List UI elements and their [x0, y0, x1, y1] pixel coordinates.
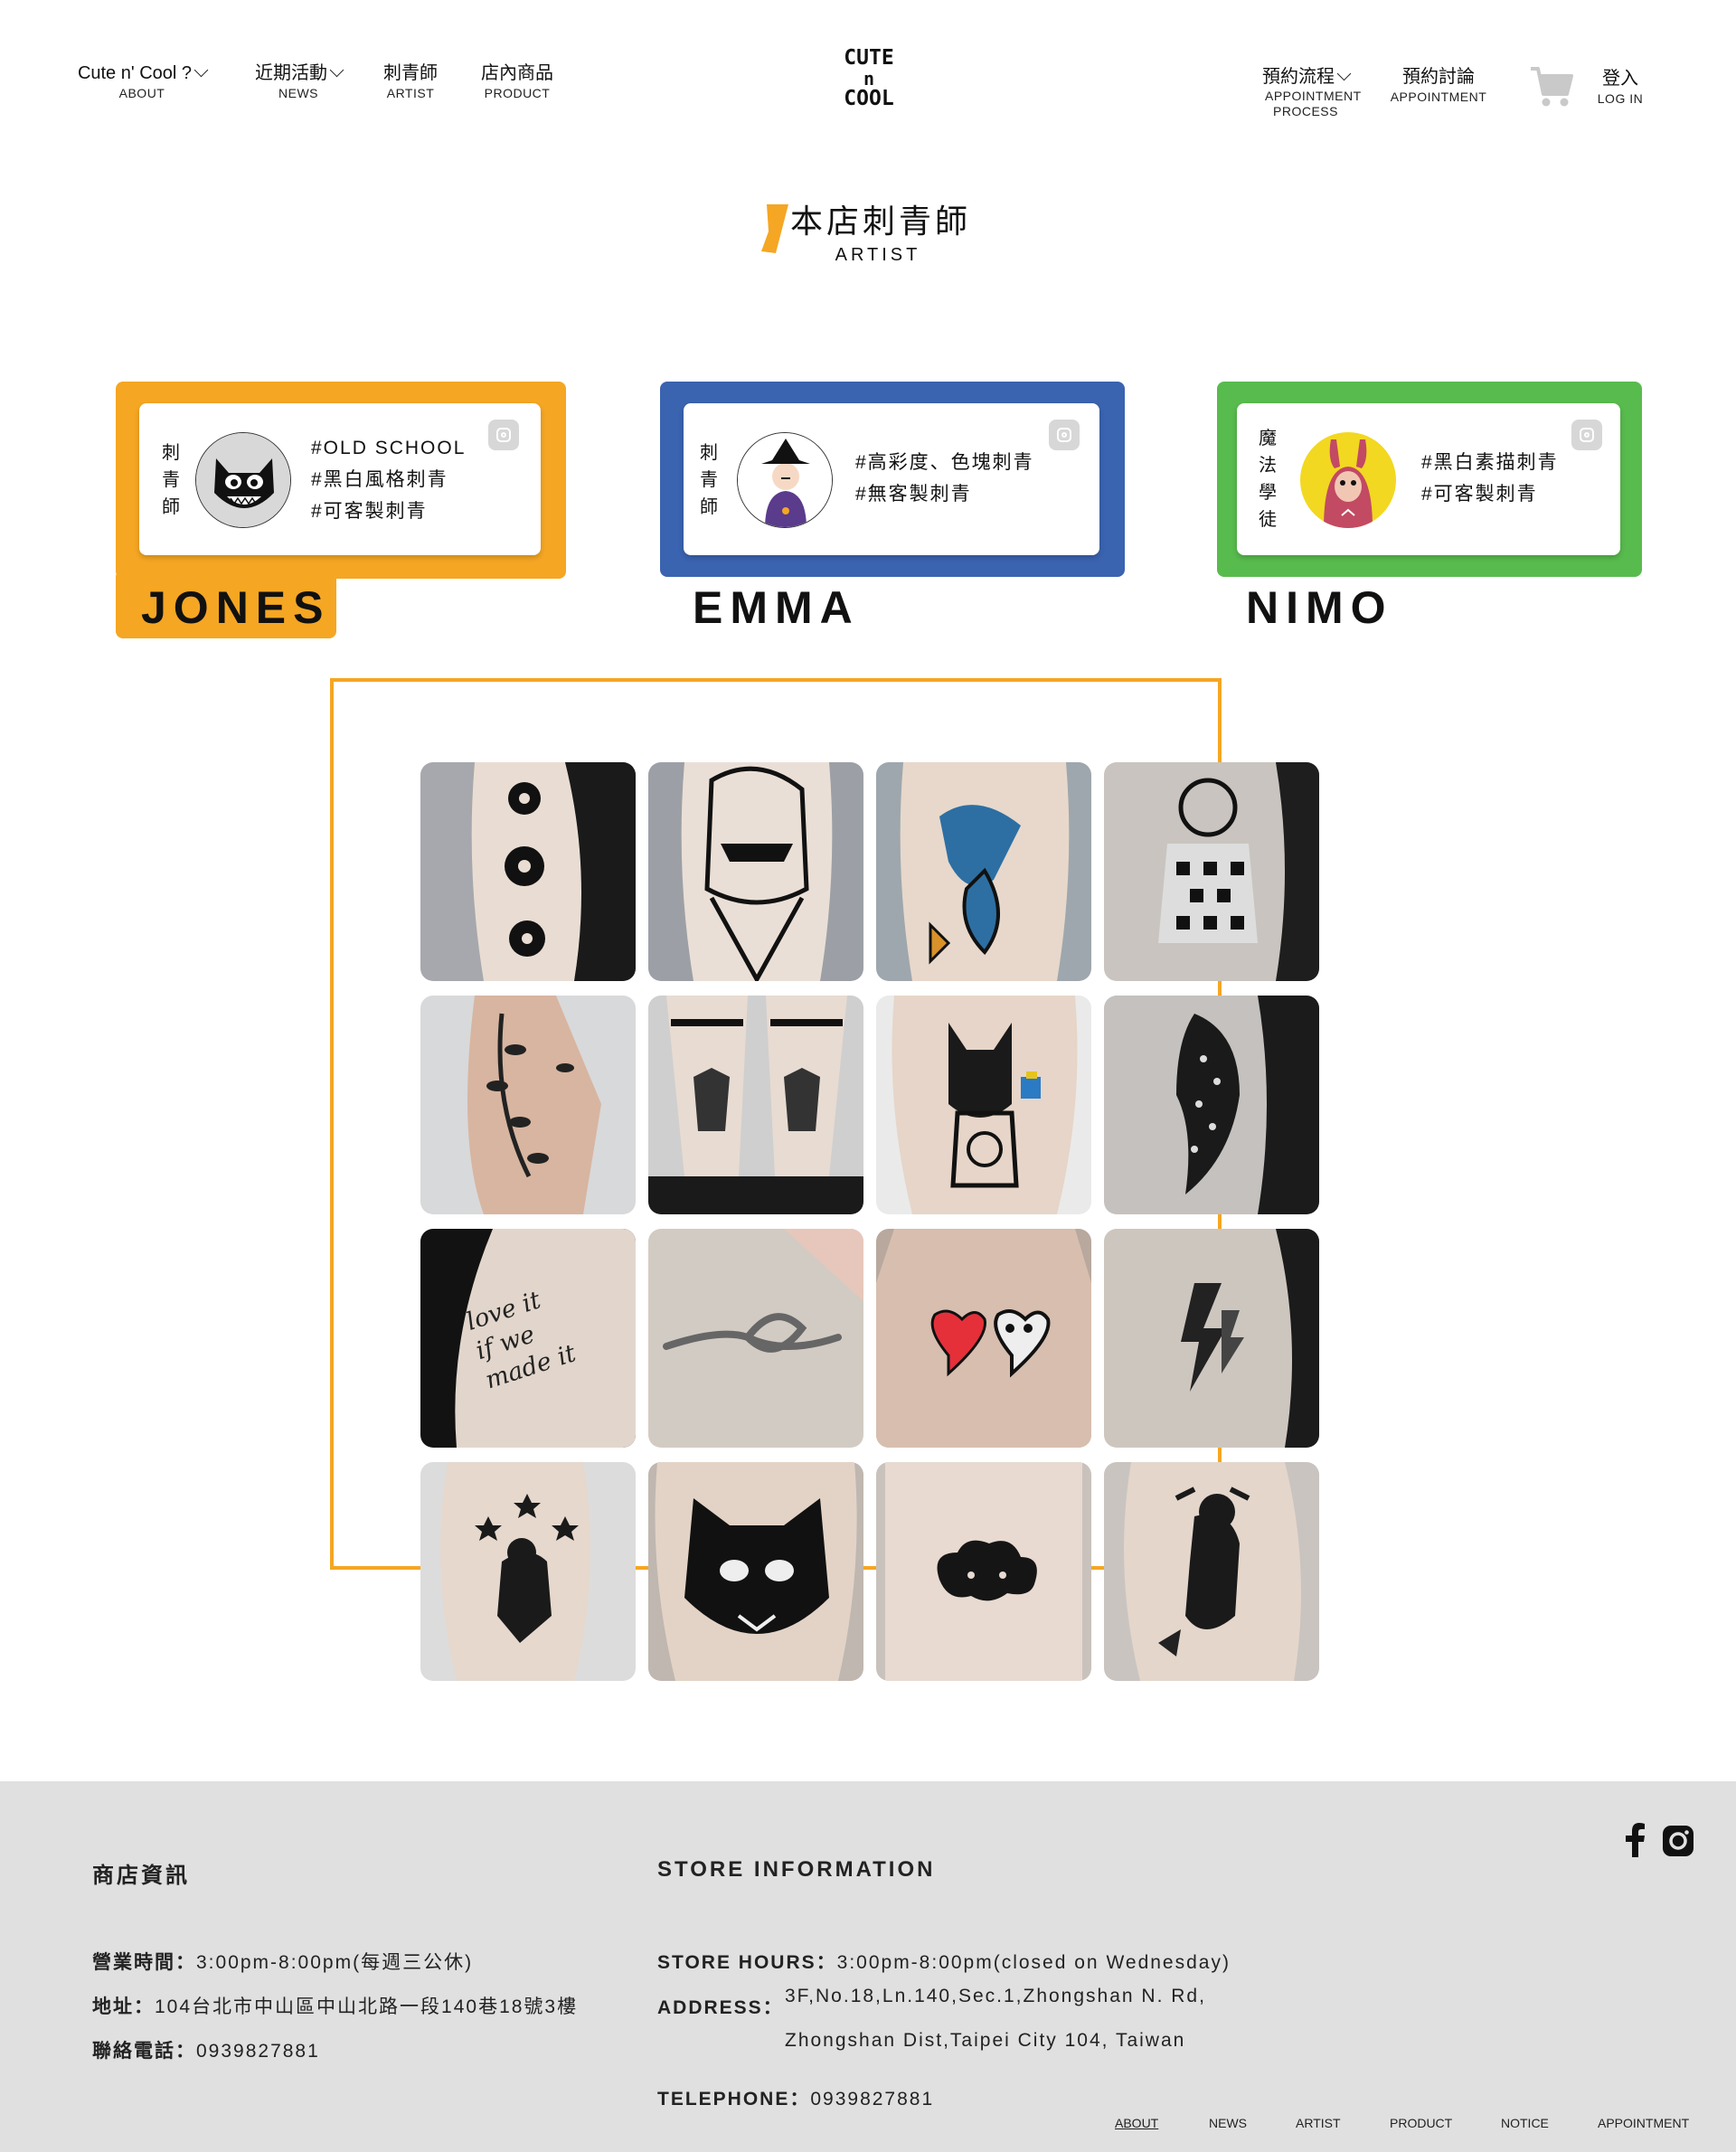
gallery-item[interactable]: [1104, 1229, 1319, 1448]
footer-link-about[interactable]: ABOUT: [1115, 2116, 1158, 2130]
avatar: [737, 432, 833, 528]
instagram-icon[interactable]: [1662, 1825, 1694, 1857]
instagram-icon[interactable]: [488, 420, 519, 450]
avatar: [195, 432, 291, 528]
gallery-item[interactable]: [648, 762, 863, 981]
artist-name: JONES: [141, 582, 331, 633]
gallery-item[interactable]: [420, 762, 636, 981]
nav-appointment-label: 預約討論: [1402, 67, 1475, 87]
artist-tags: #黑白素描刺青 #可客製刺青: [1421, 452, 1559, 505]
footer-heading-zh: 商店資訊: [92, 1864, 190, 1888]
footer-hours-en: STORE HOURS：3:00pm-8:00pm(closed on Wedn…: [657, 1952, 1231, 1973]
nav-appointment-process[interactable]: 預約流程 APPOINTMENT PROCESS: [1251, 65, 1362, 119]
nav-artist[interactable]: 刺青師 ARTIST: [376, 61, 445, 101]
chevron-down-icon: [329, 62, 344, 78]
footer-hours-zh: 營業時間：3:00pm-8:00pm(每週三公休): [92, 1952, 474, 1973]
gallery-item[interactable]: [876, 1462, 1091, 1681]
footer-address-zh: 地址：104台北市中山區中山北路一段140巷18號3樓: [92, 1996, 579, 2017]
login-label: 登入: [1602, 69, 1638, 89]
footer-address-en-line2: Zhongshan Dist,Taipei City 104, Taiwan: [785, 2030, 1186, 2051]
facebook-icon[interactable]: [1624, 1823, 1646, 1857]
gallery-item[interactable]: [1104, 762, 1319, 981]
nav-about[interactable]: Cute n' Cool ? ABOUT: [74, 61, 210, 101]
nav-about-sub: ABOUT: [118, 86, 165, 100]
nav-artist-sub: ARTIST: [386, 86, 435, 100]
footer-link-news[interactable]: NEWS: [1209, 2116, 1247, 2130]
nav-artist-label: 刺青師: [383, 63, 438, 83]
artist-tags: #高彩度、色塊刺青 #無客製刺青: [855, 452, 1034, 505]
footer-address-en-line1: 3F,No.18,Ln.140,Sec.1,Zhongshan N. Rd,: [785, 1986, 1206, 2006]
gallery-item[interactable]: [648, 1229, 863, 1448]
gallery-item[interactable]: [420, 996, 636, 1214]
footer-phone-zh: 聯絡電話：0939827881: [92, 2041, 320, 2062]
logo-line-1: CUTE: [844, 46, 894, 70]
footer-address-en-label: ADDRESS：: [657, 1997, 784, 2018]
logo-line-3: COOL: [844, 87, 894, 110]
gallery-item[interactable]: [1104, 1462, 1319, 1681]
gallery-item[interactable]: [876, 996, 1091, 1214]
nav-about-label: Cute n' Cool ?: [77, 63, 193, 83]
footer-heading-en: STORE INFORMATION: [657, 1857, 936, 1882]
nav-process-sub: APPOINTMENT PROCESS: [1265, 89, 1362, 118]
footer-link-artist[interactable]: ARTIST: [1296, 2116, 1341, 2130]
chevron-down-icon: [1336, 66, 1352, 81]
section-title: 本店刺青師 ARTIST: [760, 201, 976, 268]
artist-role: 刺青師: [700, 443, 718, 517]
nav-product[interactable]: 店內商品 PRODUCT: [474, 61, 561, 101]
instagram-icon[interactable]: [1571, 420, 1602, 450]
chevron-down-icon: [193, 62, 209, 78]
gallery-item[interactable]: [648, 996, 863, 1214]
gallery-item[interactable]: [876, 762, 1091, 981]
nav-product-label: 店內商品: [481, 63, 553, 83]
gallery-item[interactable]: love it if we made it: [420, 1229, 636, 1448]
artist-role: 魔法學徒: [1259, 429, 1277, 530]
gallery-item[interactable]: [648, 1462, 863, 1681]
login-sub: LOG IN: [1597, 91, 1644, 106]
avatar: [1300, 432, 1396, 528]
site-logo[interactable]: CUTE n COOL: [830, 47, 908, 110]
gallery-item[interactable]: [1104, 996, 1319, 1214]
gallery-item[interactable]: [876, 1229, 1091, 1448]
artist-role: 刺青師: [162, 443, 180, 517]
nav-appointment[interactable]: 預約討論 APPOINTMENT: [1389, 65, 1488, 105]
footer-phone-en: TELEPHONE：0939827881: [657, 2089, 935, 2110]
artist-name: NIMO: [1246, 582, 1393, 633]
nav-news-label: 近期活動: [255, 63, 327, 83]
comma-mark-icon: [761, 204, 788, 253]
footer-link-appointment[interactable]: APPOINTMENT: [1598, 2116, 1689, 2130]
artist-name: EMMA: [693, 582, 860, 633]
instagram-icon[interactable]: [1049, 420, 1080, 450]
nav-appointment-sub: APPOINTMENT: [1390, 90, 1487, 104]
cart-icon[interactable]: [1528, 63, 1575, 110]
nav-product-sub: PRODUCT: [484, 86, 551, 100]
artist-tags: #OLD SCHOOL #黑白風格刺青 #可客製刺青: [311, 438, 467, 522]
gallery-item[interactable]: [420, 1462, 636, 1681]
nav-news-sub: NEWS: [278, 86, 318, 100]
nav-process-label: 預約流程: [1262, 67, 1335, 87]
login-button[interactable]: 登入 LOG IN: [1595, 67, 1646, 107]
nav-news[interactable]: 近期活動 NEWS: [251, 61, 345, 101]
logo-line-2: n: [863, 68, 875, 90]
footer-link-notice[interactable]: NOTICE: [1501, 2116, 1549, 2130]
footer-link-product[interactable]: PRODUCT: [1390, 2116, 1452, 2130]
